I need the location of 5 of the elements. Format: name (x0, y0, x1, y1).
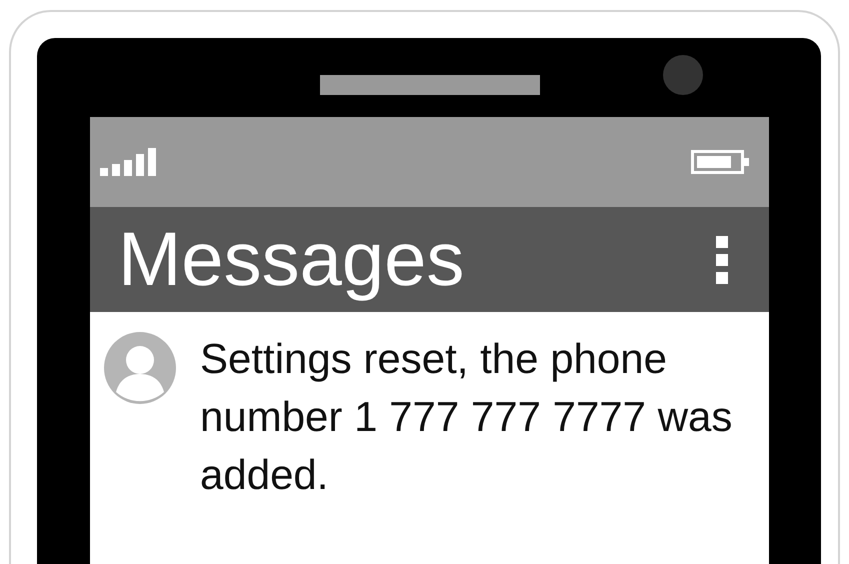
message-text: Settings reset, the phone number 1 777 777 7777 was added. (200, 334, 734, 500)
menu-icon[interactable] (715, 236, 729, 284)
camera-lens (663, 55, 703, 95)
battery-icon (691, 150, 751, 174)
avatar-icon (104, 332, 176, 404)
